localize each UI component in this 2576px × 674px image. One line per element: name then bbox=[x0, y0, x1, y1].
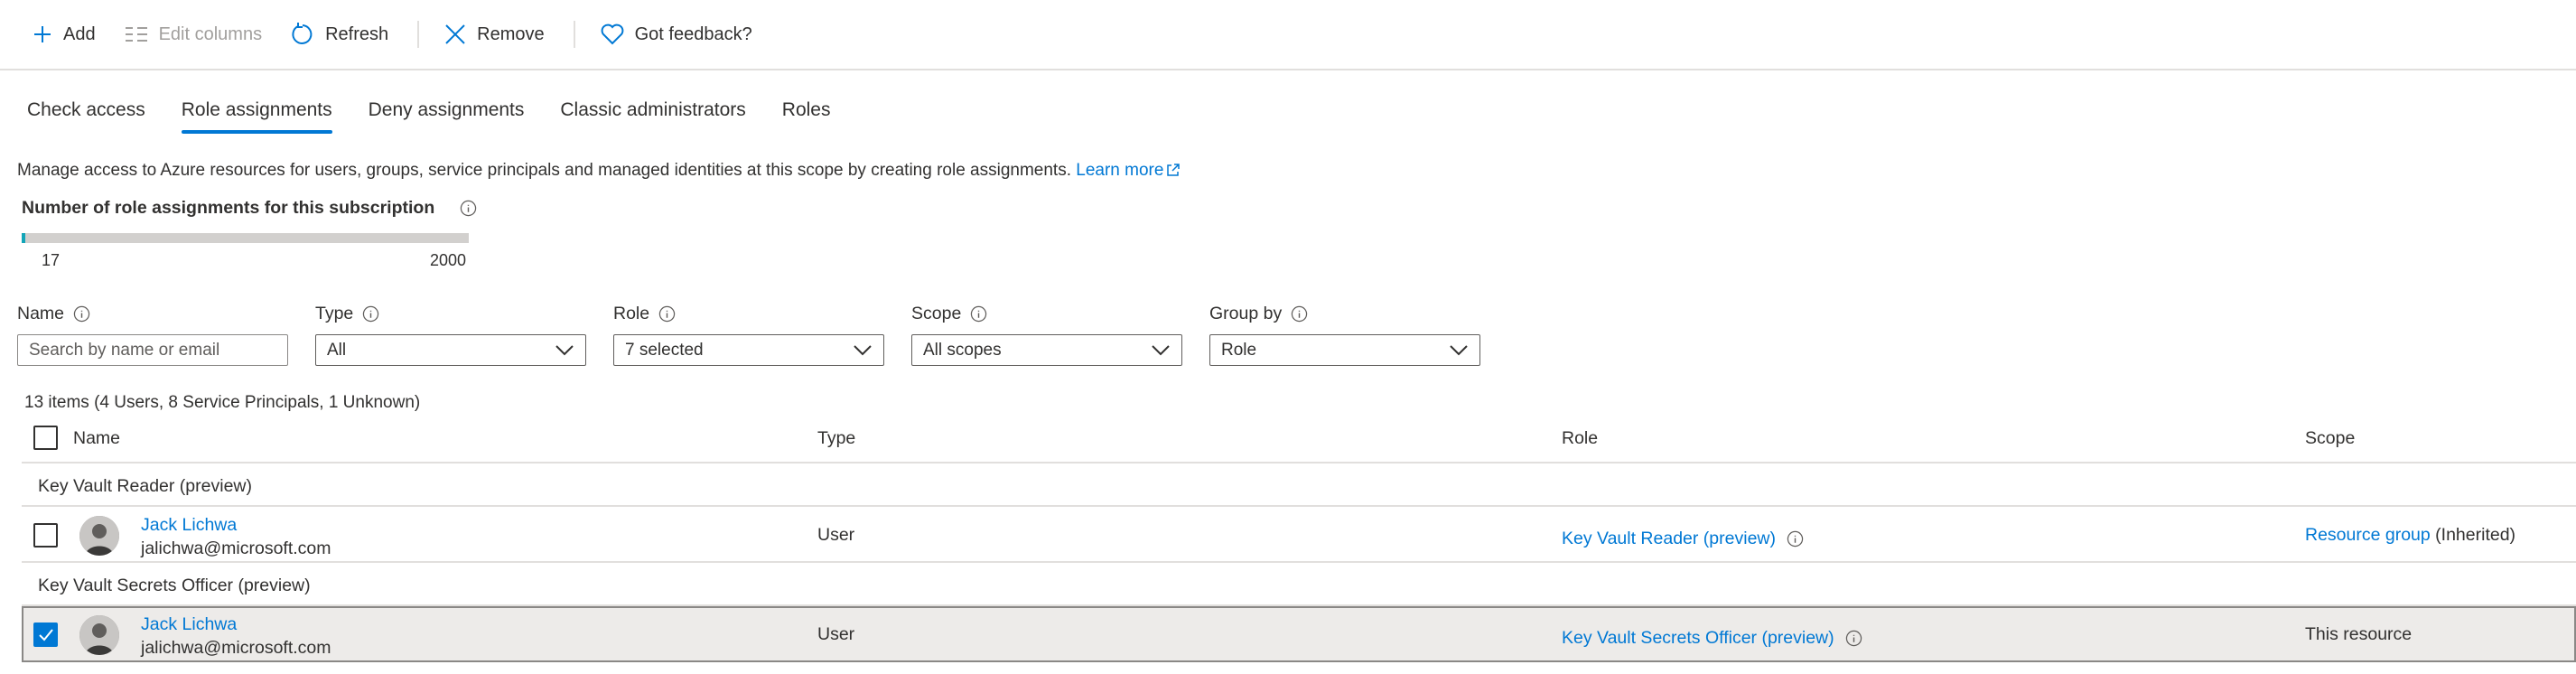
assignment-count-max: 2000 bbox=[430, 251, 467, 269]
info-icon[interactable] bbox=[362, 305, 379, 323]
items-summary: 13 items (4 Users, 8 Service Principals,… bbox=[24, 393, 421, 412]
assignment-count-title: Number of role assignments for this subs… bbox=[22, 198, 477, 219]
external-link-icon bbox=[1167, 164, 1181, 176]
role-assignments-table: Name Type Role Scope Key Vault Reader (p… bbox=[22, 414, 2576, 662]
refresh-icon bbox=[292, 23, 313, 44]
user-name-link[interactable]: Jack Lichwa bbox=[141, 515, 237, 536]
feedback-button[interactable]: Got feedback? bbox=[601, 23, 752, 45]
columns-icon bbox=[125, 27, 147, 42]
chevron-down-icon bbox=[1450, 344, 1468, 355]
type-filter: Type All bbox=[315, 302, 586, 366]
description-text: Manage access to Azure resources for use… bbox=[17, 161, 1071, 180]
tab-deny-assignments[interactable]: Deny assignments bbox=[369, 99, 525, 134]
chevron-down-icon bbox=[555, 344, 574, 355]
edit-columns-label: Edit columns bbox=[158, 23, 263, 44]
row-checkbox[interactable] bbox=[33, 523, 58, 548]
info-icon[interactable] bbox=[1291, 305, 1308, 323]
scope-filter-label: Scope bbox=[911, 303, 962, 323]
plus-icon bbox=[34, 26, 51, 42]
scope-suffix: (Inherited) bbox=[2435, 525, 2516, 545]
role-cell: Key Vault Secrets Officer (preview) bbox=[1562, 628, 1862, 649]
remove-label: Remove bbox=[477, 23, 545, 44]
toolbar-divider bbox=[573, 21, 575, 48]
refresh-button[interactable]: Refresh bbox=[291, 23, 388, 46]
group-header[interactable]: Key Vault Secrets Officer (preview) bbox=[22, 563, 2576, 606]
remove-button[interactable]: Remove bbox=[444, 23, 545, 45]
scope-cell: Resource group (Inherited) bbox=[2305, 525, 2515, 546]
search-input[interactable]: Search by name or email bbox=[17, 334, 288, 366]
column-header-scope[interactable]: Scope bbox=[2305, 428, 2355, 449]
tab-roles[interactable]: Roles bbox=[782, 99, 831, 134]
type-filter-label: Type bbox=[315, 303, 354, 323]
user-name-link[interactable]: Jack Lichwa bbox=[141, 614, 237, 635]
chevron-down-icon bbox=[854, 344, 872, 355]
role-cell: Key Vault Reader (preview) bbox=[1562, 529, 1804, 549]
command-bar: Add Edit columns Refresh Remove Got feed… bbox=[0, 0, 2576, 70]
scope-filter: Scope All scopes bbox=[911, 302, 1182, 366]
tab-classic-administrators[interactable]: Classic administrators bbox=[560, 99, 745, 134]
avatar bbox=[79, 516, 119, 556]
tab-role-assignments[interactable]: Role assignments bbox=[181, 99, 332, 134]
user-email: jalichwa@microsoft.com bbox=[141, 638, 331, 658]
edit-columns-button[interactable]: Edit columns bbox=[125, 23, 263, 45]
user-photo-icon bbox=[79, 516, 119, 556]
role-link[interactable]: Key Vault Secrets Officer (preview) bbox=[1562, 628, 1834, 649]
chevron-down-icon bbox=[1152, 344, 1170, 355]
role-filter-label: Role bbox=[613, 303, 650, 323]
name-filter: Name Search by name or email bbox=[17, 302, 288, 366]
table-row[interactable]: Jack Lichwa jalichwa@microsoft.com User … bbox=[22, 507, 2576, 563]
column-header-name[interactable]: Name bbox=[73, 428, 120, 449]
heart-icon bbox=[601, 23, 623, 45]
add-label: Add bbox=[63, 23, 96, 44]
tab-check-access[interactable]: Check access bbox=[27, 99, 145, 134]
info-icon[interactable] bbox=[1787, 530, 1804, 548]
feedback-label: Got feedback? bbox=[634, 23, 752, 44]
role-link[interactable]: Key Vault Reader (preview) bbox=[1562, 529, 1776, 549]
info-icon[interactable] bbox=[658, 305, 676, 323]
info-icon[interactable] bbox=[73, 305, 90, 323]
assignment-progress-bar bbox=[22, 233, 469, 243]
assignment-count-current: 17 bbox=[42, 251, 61, 269]
close-icon bbox=[445, 24, 465, 44]
learn-more-link[interactable]: Learn more bbox=[1076, 161, 1181, 180]
table-header: Name Type Role Scope bbox=[22, 414, 2576, 463]
group-header[interactable]: Key Vault Reader (preview) bbox=[22, 463, 2576, 507]
role-dropdown[interactable]: 7 selected bbox=[613, 334, 884, 366]
checkmark-icon bbox=[39, 629, 53, 641]
type-cell: User bbox=[817, 624, 855, 644]
scope-cell: This resource bbox=[2305, 624, 2413, 644]
table-row[interactable]: Jack Lichwa jalichwa@microsoft.com User … bbox=[22, 606, 2576, 662]
name-filter-label: Name bbox=[17, 303, 65, 323]
row-checkbox[interactable] bbox=[33, 623, 58, 647]
refresh-label: Refresh bbox=[325, 23, 389, 44]
group-by-filter: Group by Role bbox=[1209, 302, 1480, 366]
type-dropdown[interactable]: All bbox=[315, 334, 586, 366]
description: Manage access to Azure resources for use… bbox=[17, 161, 1181, 181]
user-photo-icon bbox=[79, 615, 119, 655]
select-all-checkbox[interactable] bbox=[33, 426, 58, 450]
info-icon[interactable] bbox=[1845, 630, 1862, 647]
user-email: jalichwa@microsoft.com bbox=[141, 538, 331, 558]
type-cell: User bbox=[817, 525, 855, 545]
role-filter: Role 7 selected bbox=[613, 302, 884, 366]
scope-link[interactable]: Resource group bbox=[2305, 525, 2431, 545]
scope-dropdown[interactable]: All scopes bbox=[911, 334, 1182, 366]
tab-bar: Check access Role assignments Deny assig… bbox=[27, 99, 866, 134]
group-by-dropdown[interactable]: Role bbox=[1209, 334, 1480, 366]
assignment-count-label: Number of role assignments for this subs… bbox=[22, 198, 435, 218]
group-label: Key Vault Secrets Officer (preview) bbox=[38, 576, 311, 595]
info-icon[interactable] bbox=[460, 200, 477, 217]
add-button[interactable]: Add bbox=[33, 24, 96, 45]
toolbar-divider bbox=[417, 21, 420, 48]
group-by-filter-label: Group by bbox=[1209, 303, 1283, 323]
info-icon[interactable] bbox=[970, 305, 987, 323]
column-header-role[interactable]: Role bbox=[1562, 428, 1598, 449]
avatar bbox=[79, 615, 119, 655]
assignment-progress-fill bbox=[22, 233, 26, 243]
column-header-type[interactable]: Type bbox=[817, 428, 855, 449]
group-label: Key Vault Reader (preview) bbox=[38, 476, 252, 496]
